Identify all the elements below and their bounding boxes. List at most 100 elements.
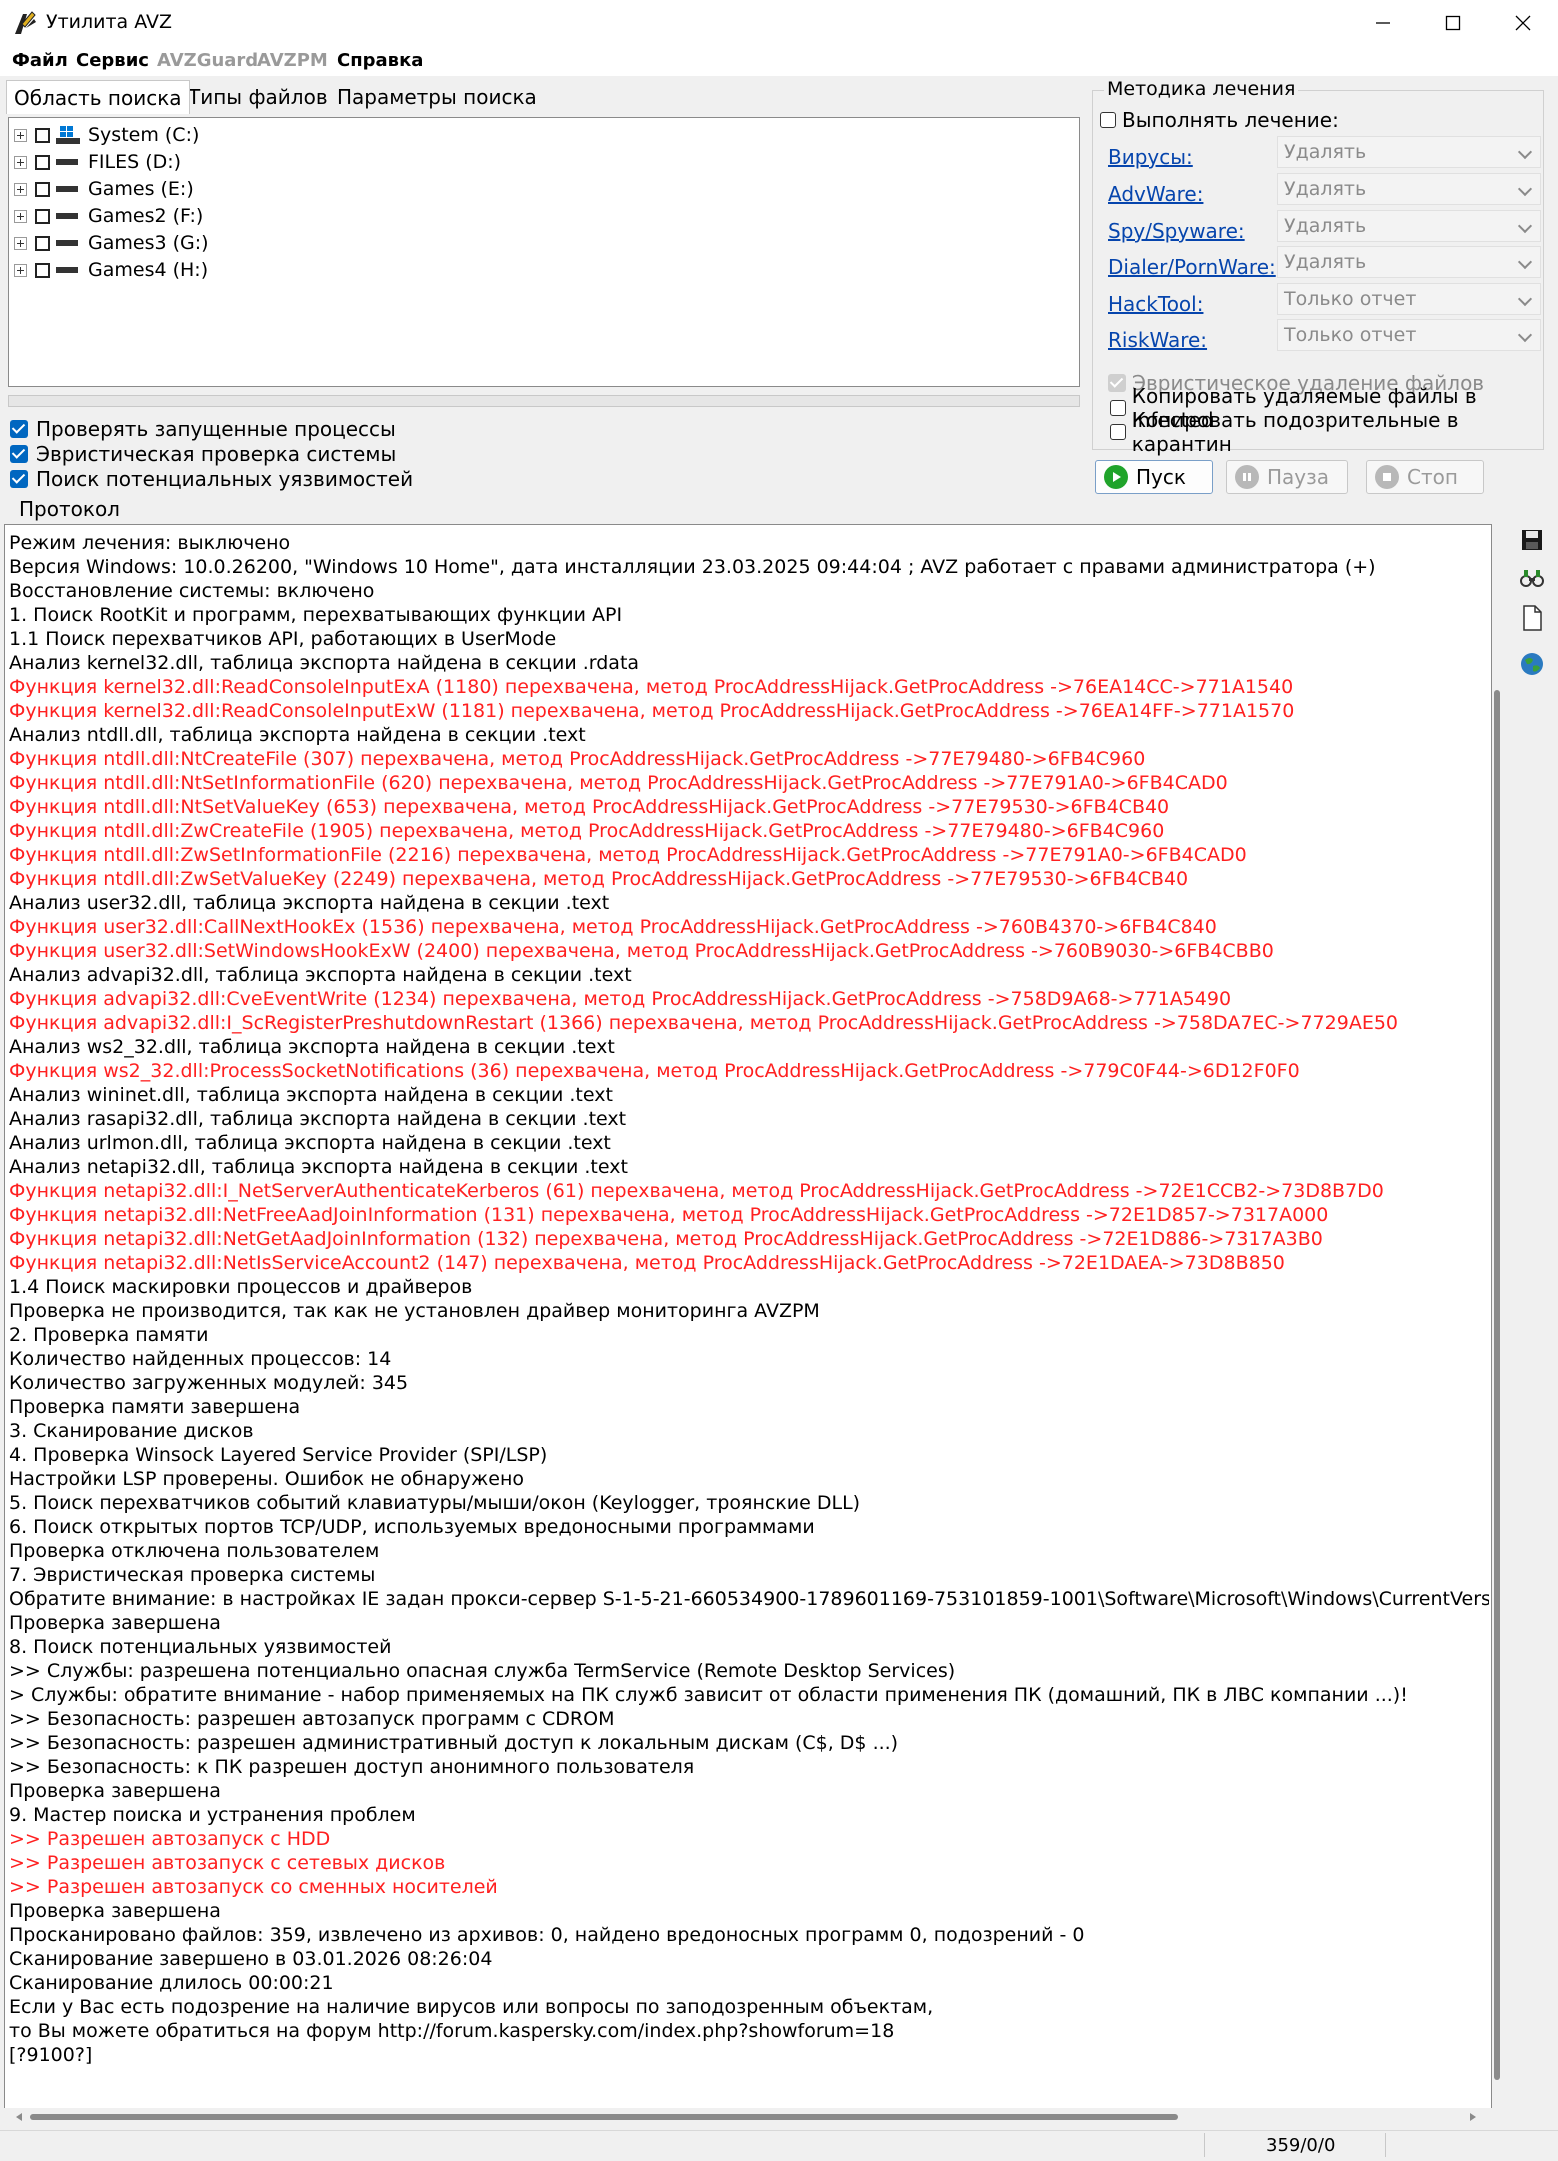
log-line: Анализ ws2_32.dll, таблица экспорта найд…: [9, 1036, 615, 1058]
log-line: 9. Мастер поиска и устранения проблем: [9, 1804, 416, 1826]
checkbox-checked[interactable]: [10, 444, 28, 463]
save-log-button[interactable]: [1516, 524, 1548, 556]
minimize-button[interactable]: [1348, 0, 1418, 46]
option-heuristic-check[interactable]: Эвристическая проверка системы: [10, 441, 396, 466]
checkbox-unchecked[interactable]: [1110, 399, 1126, 416]
copy-suspicious-option[interactable]: Копировать подозрительные в карантин: [1110, 408, 1558, 456]
view-log-button[interactable]: [1516, 562, 1548, 594]
tree-item-drive[interactable]: Games4 (H:): [14, 257, 208, 283]
menu-avzpm[interactable]: AVZPM: [257, 50, 328, 71]
drive-label: Games4 (H:): [88, 259, 209, 281]
log-line: Сканирование завершено в 03.01.2026 08:2…: [9, 1948, 493, 1970]
drive-checkbox[interactable]: [35, 208, 50, 224]
drive-checkbox[interactable]: [35, 154, 50, 170]
threat-link-riskware[interactable]: RiskWare:: [1108, 328, 1207, 352]
log-line: Проверка памяти завершена: [9, 1396, 301, 1418]
threat-link-spyware[interactable]: Spy/Spyware:: [1108, 219, 1245, 243]
checkbox-disabled-checked[interactable]: [1108, 373, 1126, 392]
close-button[interactable]: [1488, 0, 1558, 46]
menu-help[interactable]: Справка: [337, 50, 423, 71]
log-line: 1.1 Поиск перехватчиков API, работающих …: [9, 628, 557, 650]
checkbox-checked[interactable]: [10, 419, 28, 438]
log-line: Функция ntdll.dll:NtSetInformationFile (…: [9, 772, 1228, 794]
expand-icon[interactable]: [14, 263, 27, 277]
chevron-down-icon: [1517, 181, 1533, 197]
log-line: Настройки LSP проверены. Ошибок не обнар…: [9, 1468, 524, 1490]
threat-action-select[interactable]: Только отчет: [1277, 319, 1541, 351]
expand-icon[interactable]: [14, 182, 27, 196]
tree-item-drive[interactable]: Games3 (G:): [14, 230, 209, 256]
option-label: Эвристическая проверка системы: [36, 441, 397, 466]
new-log-button[interactable]: [1516, 602, 1548, 634]
log-title: Протокол: [16, 497, 123, 521]
threat-link-viruses[interactable]: Вирусы:: [1108, 145, 1193, 169]
menu-avzguard[interactable]: AVZGuard: [157, 50, 258, 71]
threat-action-select[interactable]: Удалять: [1277, 246, 1541, 278]
drive-checkbox[interactable]: [35, 181, 50, 197]
log-line: Анализ netapi32.dll, таблица экспорта на…: [9, 1156, 628, 1178]
tree-item-drive[interactable]: Games2 (F:): [14, 203, 203, 229]
log-horizontal-scroll-thumb[interactable]: [30, 2114, 1178, 2120]
drive-checkbox[interactable]: [35, 127, 50, 143]
tree-item-drive[interactable]: FILES (D:): [14, 149, 181, 175]
tab-file-types[interactable]: Типы файлов: [181, 80, 335, 114]
maximize-icon: [1445, 15, 1461, 31]
tab-search-params[interactable]: Параметры поиска: [330, 80, 544, 114]
threat-action-select[interactable]: Удалять: [1277, 136, 1541, 168]
checkbox-checked[interactable]: [10, 469, 28, 488]
threat-link-dialer[interactable]: Dialer/PornWare:: [1108, 255, 1276, 279]
log-line: >> Разрешен автозапуск с HDD: [9, 1828, 331, 1850]
expand-icon[interactable]: [14, 155, 27, 169]
option-vulnerability-search[interactable]: Поиск потенциальных уязвимостей: [10, 466, 413, 491]
expand-icon[interactable]: [14, 236, 27, 250]
log-vertical-scroll-thumb[interactable]: [1494, 690, 1500, 2080]
perform-treatment-option[interactable]: Выполнять лечение:: [1100, 107, 1339, 132]
log-line: Проверка завершена: [9, 1612, 221, 1634]
expand-icon[interactable]: [14, 209, 27, 223]
log-line: Функция netapi32.dll:NetFreeAadJoinInfor…: [9, 1204, 1329, 1226]
scroll-left-icon[interactable]: [14, 2112, 24, 2122]
log-line: Проверка завершена: [9, 1780, 221, 1802]
log-line: >> Безопасность: разрешен автозапуск про…: [9, 1708, 615, 1730]
online-check-button[interactable]: [1516, 648, 1548, 680]
scroll-right-icon[interactable]: [1468, 2112, 1478, 2122]
checkbox-unchecked[interactable]: [1110, 423, 1126, 440]
chevron-down-icon: [1517, 291, 1533, 307]
log-line: 7. Эвристическая проверка системы: [9, 1564, 376, 1586]
tree-item-drive[interactable]: System (C:): [14, 122, 199, 148]
button-label: Пауза: [1267, 465, 1330, 489]
pause-button[interactable]: Пауза: [1226, 460, 1348, 494]
stop-button[interactable]: Стоп: [1366, 460, 1484, 494]
option-check-processes[interactable]: Проверять запущенные процессы: [10, 416, 396, 441]
chevron-down-icon: [1517, 218, 1533, 234]
log-line: Анализ ntdll.dll, таблица экспорта найде…: [9, 724, 586, 746]
treatment-method-title: Методика лечения: [1104, 78, 1299, 100]
threat-action-select[interactable]: Только отчет: [1277, 283, 1541, 315]
hard-drive-icon: [56, 240, 78, 246]
drive-checkbox[interactable]: [35, 262, 50, 278]
start-button[interactable]: Пуск: [1095, 460, 1213, 494]
threat-action-select[interactable]: Удалять: [1277, 173, 1541, 205]
log-line: >> Службы: разрешена потенциально опасна…: [9, 1660, 956, 1682]
log-textarea[interactable]: Режим лечения: выключено Версия Windows: …: [4, 524, 1492, 2124]
tree-item-drive[interactable]: Games (E:): [14, 176, 194, 202]
stop-icon: [1375, 465, 1399, 489]
threat-link-hacktool[interactable]: HackTool:: [1108, 292, 1203, 316]
checkbox-unchecked[interactable]: [1100, 111, 1116, 128]
hard-drive-icon: [56, 213, 78, 219]
threat-action-select[interactable]: Удалять: [1277, 210, 1541, 242]
menu-file[interactable]: Файл: [12, 50, 68, 71]
drive-checkbox[interactable]: [35, 235, 50, 251]
log-line: Количество загруженных модулей: 345: [9, 1372, 409, 1394]
log-line: Функция kernel32.dll:ReadConsoleInputExW…: [9, 700, 1295, 722]
select-value: Удалять: [1284, 141, 1367, 163]
expand-icon[interactable]: [14, 128, 27, 142]
menu-service[interactable]: Сервис: [76, 50, 149, 71]
threat-link-advware[interactable]: AdvWare:: [1108, 182, 1203, 206]
log-line: >> Разрешен автозапуск со сменных носите…: [9, 1876, 498, 1898]
tree-horizontal-scrollbar[interactable]: [8, 395, 1080, 407]
log-line: Функция ntdll.dll:ZwSetInformationFile (…: [9, 844, 1247, 866]
tab-search-area[interactable]: Область поиска: [6, 80, 190, 114]
log-line: Анализ wininet.dll, таблица экспорта най…: [9, 1084, 613, 1106]
maximize-button[interactable]: [1418, 0, 1488, 46]
